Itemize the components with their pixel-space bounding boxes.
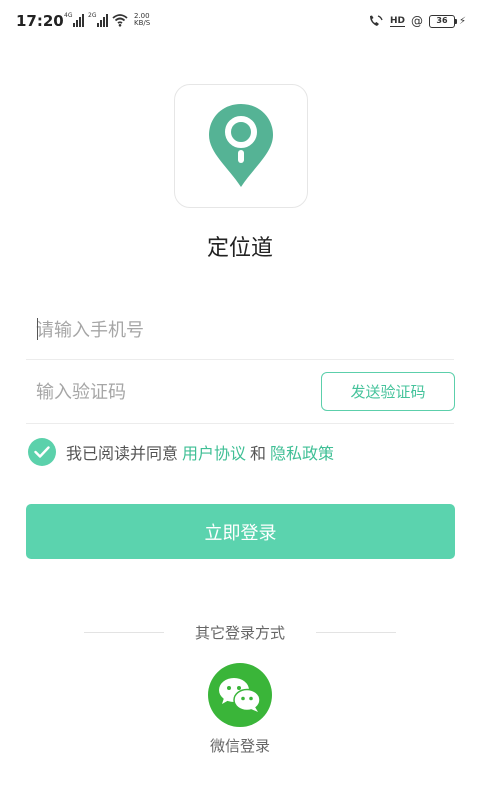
text-cursor bbox=[37, 318, 38, 340]
agreement-conjunction: 和 bbox=[250, 444, 267, 463]
privacy-policy-link[interactable]: 隐私政策 bbox=[270, 440, 334, 464]
user-agreement-link[interactable]: 用户协议 bbox=[182, 440, 246, 464]
network-speed: 2.00 KB/S bbox=[134, 12, 151, 27]
signal-icon-2: 2G bbox=[88, 12, 108, 27]
charging-icon: ⚡ bbox=[458, 15, 466, 27]
app-logo bbox=[174, 84, 308, 208]
login-button[interactable]: 立即登录 bbox=[26, 504, 455, 559]
status-icons-right: HD @ 36 ⚡ bbox=[368, 14, 466, 28]
at-icon: @ bbox=[410, 14, 423, 28]
call-icon bbox=[369, 15, 383, 26]
hd-icon: HD bbox=[389, 15, 405, 27]
status-icons-left: 4G 2G 2.00 KB/S bbox=[64, 12, 151, 27]
wechat-icon bbox=[219, 678, 261, 712]
agreement-checkbox[interactable] bbox=[28, 438, 56, 466]
map-pin-icon bbox=[209, 104, 273, 187]
status-bar: 17:20 4G 2G 2.00 KB/S HD @ 36 ⚡ bbox=[0, 0, 480, 44]
wechat-login-button[interactable] bbox=[208, 663, 272, 727]
wechat-login-label: 微信登录 bbox=[209, 737, 270, 755]
code-row: 发送验证码 bbox=[26, 362, 455, 424]
battery-icon: 36 ⚡ bbox=[428, 14, 466, 28]
status-time: 17:20 bbox=[16, 12, 64, 30]
wifi-icon bbox=[112, 14, 128, 27]
send-code-button[interactable]: 发送验证码 bbox=[321, 372, 455, 411]
phone-row bbox=[26, 300, 454, 360]
app-name: 定位道 bbox=[206, 236, 273, 261]
agreement-prefix: 我已阅读并同意 bbox=[66, 444, 179, 463]
signal-icon: 4G bbox=[64, 12, 84, 27]
agreement-row: 我已阅读并同意 用户协议 和 隐私政策 bbox=[28, 437, 338, 467]
other-login-divider: 其它登录方式 bbox=[0, 622, 480, 644]
check-icon bbox=[34, 446, 50, 458]
divider-line-right bbox=[316, 632, 396, 633]
verification-code-input[interactable] bbox=[36, 372, 306, 412]
phone-input[interactable] bbox=[36, 310, 436, 350]
other-login-label: 其它登录方式 bbox=[194, 624, 285, 642]
